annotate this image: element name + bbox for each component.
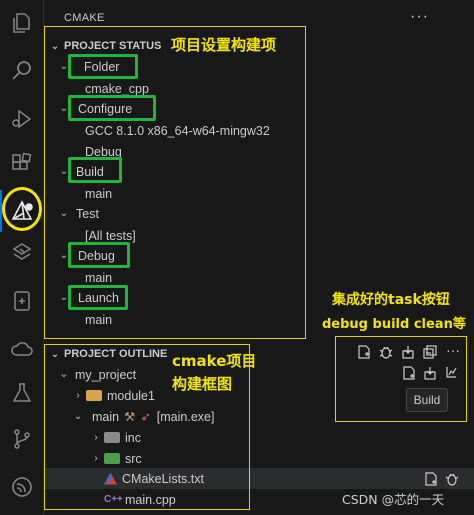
panel-title: CMAKE — [64, 12, 105, 24]
outline-annotation-line1: cmake项目 — [172, 352, 257, 370]
task-annotation-line1: 集成好的task按钮 — [332, 292, 450, 308]
watermark: CSDN @芯的一天 — [342, 492, 445, 507]
side-panel: CMAKE ··· ⌄ PROJECT STATUS ⌄ Folder cmak… — [44, 0, 474, 515]
outline-annotation-line2: 构建框图 — [172, 375, 233, 393]
cloud-icon[interactable] — [7, 334, 37, 364]
open-cmakelists-icon[interactable] — [422, 470, 440, 488]
remote-icon[interactable] — [7, 286, 37, 316]
ellipsis-icon[interactable]: ··· — [410, 8, 429, 26]
testing-icon[interactable] — [7, 378, 37, 408]
project-status-frame — [44, 26, 306, 339]
extensions-icon[interactable] — [7, 148, 37, 178]
search-icon[interactable] — [7, 56, 37, 86]
cmake-icon-highlight-circle — [2, 187, 42, 231]
run-debug-icon[interactable] — [7, 104, 37, 134]
activity-bar — [0, 0, 44, 515]
task-annotation-line2: debug build clean等 — [322, 317, 466, 332]
task-buttons-frame — [335, 336, 467, 422]
explorer-icon[interactable] — [7, 8, 37, 38]
extension-pack-icon[interactable] — [7, 238, 37, 268]
espressif-icon[interactable] — [7, 472, 37, 502]
debug-icon[interactable] — [443, 470, 461, 488]
status-annotation: 项目设置构建项 — [171, 36, 277, 54]
source-control-icon[interactable] — [7, 424, 37, 454]
